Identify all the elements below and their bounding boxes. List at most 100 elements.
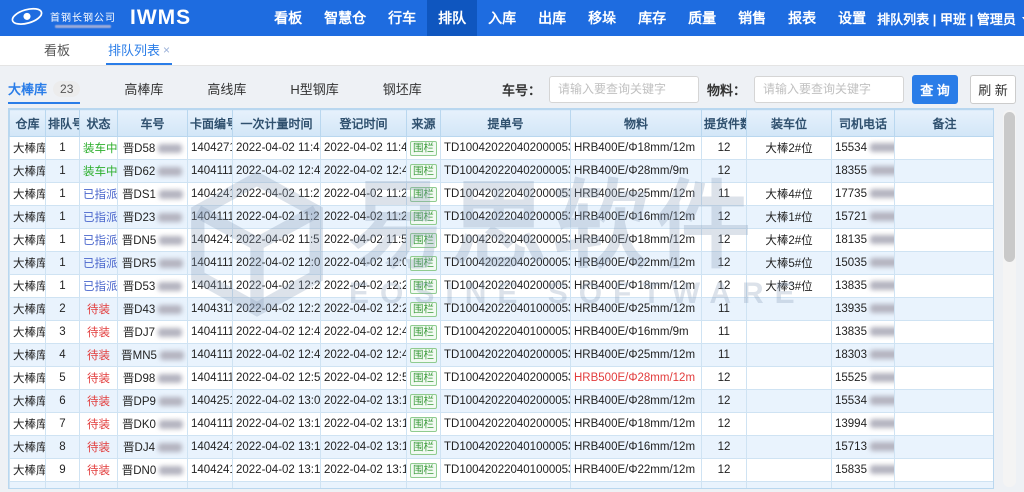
table-row[interactable]: 大棒库5待装晋D98140411192022-04-02 12:502022-0…: [10, 367, 995, 390]
redacted-text: [870, 396, 895, 405]
table-row[interactable]: 大棒库4待装晋MN5140411192022-04-02 12:492022-0…: [10, 344, 995, 367]
cell-material: HRB400E/Φ28mm/9m: [571, 160, 702, 183]
cell-remark: [895, 275, 995, 298]
queue-table: 仓库排队号状态车号卡面编号一次计量时间登记时间来源提单号物料提货件数装车位司机电…: [9, 109, 994, 489]
vehicle-search-input[interactable]: [549, 76, 699, 103]
table-row[interactable]: 大棒库6待装晋DP9140425192022-04-02 13:092022-0…: [10, 390, 995, 413]
status-badge: 已指派: [83, 235, 118, 247]
table-row[interactable]: 大棒库1已指派晋DS1140424192022-04-02 11:262022-…: [10, 183, 995, 206]
table-row[interactable]: 大棒库1已指派晋D53140411192022-04-02 12:212022-…: [10, 275, 995, 298]
cell-dock: [747, 413, 832, 436]
cell-phone: 15525: [832, 367, 895, 390]
warehouse-tab-钢坯库[interactable]: 钢坯库: [383, 74, 422, 104]
warehouse-tab-label: 大棒库: [8, 79, 47, 98]
column-header-物料: 物料: [571, 110, 702, 137]
table-row[interactable]: 大棒库1已指派晋DN5140424192022-04-02 11:532022-…: [10, 229, 995, 252]
cell-dock: [747, 298, 832, 321]
nav-item-入库[interactable]: 入库: [477, 0, 527, 36]
material-search-input[interactable]: [754, 76, 904, 103]
cell-weigh_time: 2022-04-02 13:11: [233, 413, 321, 436]
scrollbar-thumb[interactable]: [1004, 112, 1015, 262]
table-row[interactable]: 大棒库3待装晋DJ7140411192022-04-02 12:412022-0…: [10, 321, 995, 344]
table-row[interactable]: 大棒库2待装晋D43140431192022-04-02 12:242022-0…: [10, 298, 995, 321]
column-header-备注: 备注: [895, 110, 995, 137]
refresh-button[interactable]: 刷 新: [970, 75, 1016, 104]
cell-reg_time: 2022-04-02 12:25: [321, 298, 407, 321]
cell-weigh_time: [233, 482, 321, 490]
nav-item-智慧仓[interactable]: 智慧仓: [313, 0, 377, 36]
nav-item-设置[interactable]: 设置: [827, 0, 877, 36]
cell-plate: 晋DR5: [118, 252, 188, 275]
redacted-text: [158, 305, 182, 314]
column-header-装车位: 装车位: [747, 110, 832, 137]
queue-table-container: 仓库排队号状态车号卡面编号一次计量时间登记时间来源提单号物料提货件数装车位司机电…: [8, 108, 994, 489]
cell-material: HRB400E/Φ22mm/12m: [571, 252, 702, 275]
redacted-text: [870, 258, 895, 267]
table-row[interactable]: 大棒库7待装晋DK0140411192022-04-02 13:112022-0…: [10, 413, 995, 436]
column-header-卡面编号: 卡面编号: [188, 110, 233, 137]
user-menu[interactable]: 排队列表 | 甲班 | 管理员: [877, 9, 1024, 28]
cell-reg_time: 2022-04-02 11:28: [321, 206, 407, 229]
nav-item-报表[interactable]: 报表: [777, 0, 827, 36]
column-header-一次计量时间: 一次计量时间: [233, 110, 321, 137]
cell-phone: 15534: [832, 390, 895, 413]
close-tab-icon[interactable]: ×: [163, 43, 170, 57]
cell-warehouse: [10, 482, 46, 490]
cell-status: 已指派: [80, 275, 118, 298]
main-nav: 看板智慧仓行车排队入库出库移垛库存质量销售报表设置: [263, 0, 877, 36]
warehouse-tab-H型钢库[interactable]: H型钢库: [290, 74, 338, 104]
cell-material: HRB500E/Φ28mm/12m: [571, 367, 702, 390]
cell-qty: 11: [702, 344, 747, 367]
tab-排队列表[interactable]: 排队列表×: [106, 36, 172, 65]
nav-item-看板[interactable]: 看板: [263, 0, 313, 36]
table-row[interactable]: 大棒库8待装晋DJ4140424192022-04-02 13:152022-0…: [10, 436, 995, 459]
cell-bill_no: TD10042022040200005320: [441, 390, 571, 413]
table-row[interactable]: 大棒库1装车中晋D58140427192022-04-02 11:432022-…: [10, 137, 995, 160]
cell-status: 已指派: [80, 229, 118, 252]
cell-weigh_time: 2022-04-02 12:24: [233, 298, 321, 321]
table-row[interactable]: 大棒库1已指派晋D23140411192022-04-02 11:282022-…: [10, 206, 995, 229]
search-button[interactable]: 查 询: [912, 75, 958, 104]
nav-item-库存[interactable]: 库存: [627, 0, 677, 36]
table-header-row: 仓库排队号状态车号卡面编号一次计量时间登记时间来源提单号物料提货件数装车位司机电…: [10, 110, 995, 137]
table-row[interactable]: 大棒库9待装晋DN0140424192022-04-02 13:182022-0…: [10, 459, 995, 482]
cell-warehouse: 大棒库: [10, 229, 46, 252]
nav-item-出库[interactable]: 出库: [527, 0, 577, 36]
source-badge: 围栏: [410, 256, 437, 271]
source-badge: 围栏: [410, 348, 437, 363]
cell-qty: 12: [702, 275, 747, 298]
cell-queue_no: 1: [46, 252, 80, 275]
cell-queue_no: [46, 482, 80, 490]
redacted-text: [870, 419, 895, 428]
cell-remark: [895, 183, 995, 206]
warehouse-tab-高棒库[interactable]: 高棒库: [124, 74, 163, 104]
redacted-text: [870, 189, 895, 198]
user-info: 排队列表 | 甲班 | 管理员: [877, 9, 1016, 28]
nav-item-销售[interactable]: 销售: [727, 0, 777, 36]
cell-reg_time: [321, 482, 407, 490]
cell-material: HRB400E/Φ18mm/12m: [571, 229, 702, 252]
nav-item-行车[interactable]: 行车: [377, 0, 427, 36]
table-row[interactable]: 大棒库1装车中晋D62140411192022-04-02 12:462022-…: [10, 160, 995, 183]
warehouse-tab-大棒库[interactable]: 大棒库23: [8, 74, 80, 104]
nav-item-移垛[interactable]: 移垛: [577, 0, 627, 36]
cell-source: 围栏: [407, 459, 441, 482]
company-name: 首钢长钢公司: [50, 9, 116, 24]
cell-dock: 大棒2#位: [747, 137, 832, 160]
cell-status: 装车中: [80, 160, 118, 183]
table-row[interactable]: 大棒库1已指派晋DR5140411192022-04-02 12:022022-…: [10, 252, 995, 275]
cell-remark: [895, 482, 995, 490]
cell-card_no: 14042419: [188, 183, 233, 206]
redacted-text: [159, 236, 183, 245]
warehouse-tab-高线库[interactable]: 高线库: [207, 74, 246, 104]
nav-item-质量[interactable]: 质量: [677, 0, 727, 36]
source-badge: 围栏: [410, 463, 437, 478]
nav-item-排队[interactable]: 排队: [427, 0, 477, 36]
tab-看板[interactable]: 看板: [42, 36, 72, 65]
cell-card_no: 14042519: [188, 390, 233, 413]
cell-phone: 15713: [832, 436, 895, 459]
cell-weigh_time: 2022-04-02 12:46: [233, 160, 321, 183]
table-row[interactable]: [10, 482, 995, 490]
cell-plate: 晋D43: [118, 298, 188, 321]
vertical-scrollbar[interactable]: [1003, 110, 1016, 487]
